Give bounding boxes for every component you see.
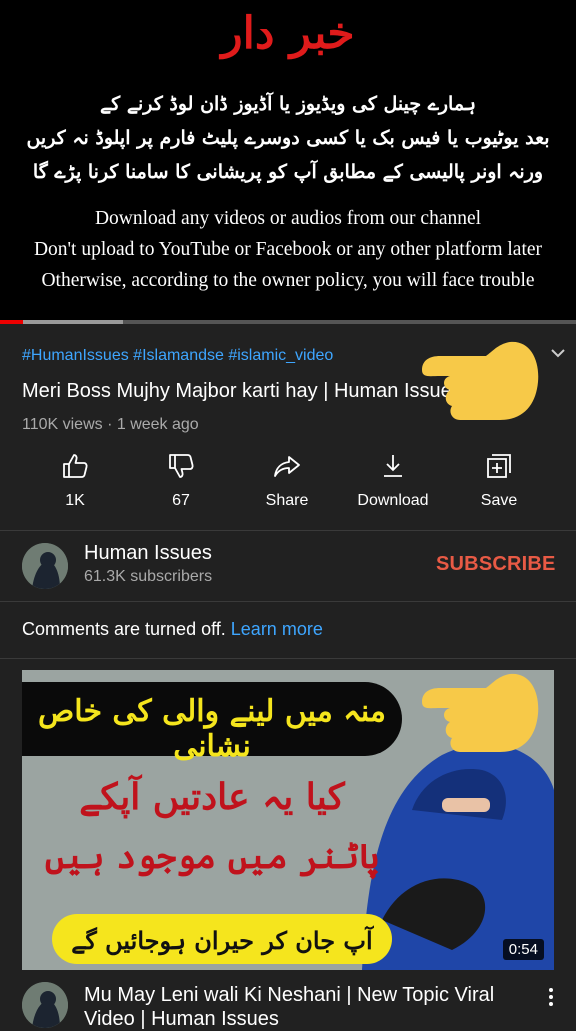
chevron-down-icon[interactable] [548, 343, 568, 363]
add-to-playlist-icon [487, 454, 511, 478]
progress-buffered [23, 320, 123, 324]
subscriber-count: 61.3K subscribers [84, 568, 213, 585]
share-label: Share [265, 492, 309, 509]
thumbs-down-icon [169, 454, 194, 478]
video-player[interactable]: خبر دار ہمارے چینل کی ویڈیوز یا آڈیوز ڈا… [0, 0, 576, 324]
pointing-hand-icon [422, 341, 539, 420]
more-options-icon[interactable] [545, 985, 557, 1009]
learn-more-link[interactable]: Learn more [231, 619, 323, 639]
like-count: 1K [65, 492, 85, 509]
pointing-hand-icon [422, 673, 539, 752]
comments-off-text: Comments are turned off. [22, 619, 231, 639]
subscribe-button[interactable]: SUBSCRIBE [436, 553, 556, 576]
like-button[interactable]: 1K [25, 452, 125, 510]
save-label: Save [480, 492, 518, 509]
progress-played [0, 320, 23, 324]
progress-bar[interactable] [0, 320, 576, 324]
download-label: Download [357, 492, 429, 509]
share-button[interactable]: Share [237, 452, 337, 510]
urdu-warning-line: بعد یوٹیوب یا فیس بک یا کسی دوسرے پلیٹ ف… [26, 127, 550, 149]
download-icon [384, 455, 402, 477]
english-warning-line: Otherwise, according to the owner policy… [41, 270, 535, 291]
channel-avatar[interactable] [22, 543, 68, 589]
avatar-image [22, 543, 68, 589]
video-duration: 0:54 [502, 939, 544, 960]
comments-status: Comments are turned off. Learn more [22, 619, 323, 640]
avatar-image [22, 982, 68, 1028]
warning-title: خبر دار [221, 8, 355, 59]
thumb-text: پاٹنر میں موجود ہیں [44, 837, 380, 877]
divider [0, 658, 576, 659]
channel-avatar[interactable] [22, 982, 68, 1028]
english-warning-line: Download any videos or audios from our c… [94, 208, 482, 229]
thumb-text: کیا یہ عادتیں آپکے [79, 776, 345, 818]
divider [0, 530, 576, 531]
urdu-warning-line: ہمارے چینل کی ویڈیوز یا آڈیوز ڈان لوڈ کر… [100, 93, 476, 115]
dislike-count: 67 [172, 492, 190, 509]
thumbs-up-icon [63, 454, 88, 478]
video-meta: 110K views · 1 week ago [22, 416, 199, 433]
share-icon [274, 456, 300, 477]
english-warning-line: Don't upload to YouTube or Facebook or a… [33, 239, 543, 260]
save-button[interactable]: Save [449, 452, 549, 510]
channel-name[interactable]: Human Issues [84, 542, 212, 565]
thumb-text: آپ جان کر حیران ہوجائیں گے [71, 926, 373, 955]
video-hashtags[interactable]: #HumanIssues #Islamandse #islamic_video [22, 347, 333, 365]
divider [0, 601, 576, 602]
download-button[interactable]: Download [343, 452, 443, 510]
thumb-text: منہ میں لینے والی کی خاص نشانی [38, 694, 386, 764]
urdu-warning-line: ورنہ اونر پالیسی کے مطابق آپ کو پریشانی … [32, 161, 544, 183]
dislike-button[interactable]: 67 [131, 452, 231, 510]
